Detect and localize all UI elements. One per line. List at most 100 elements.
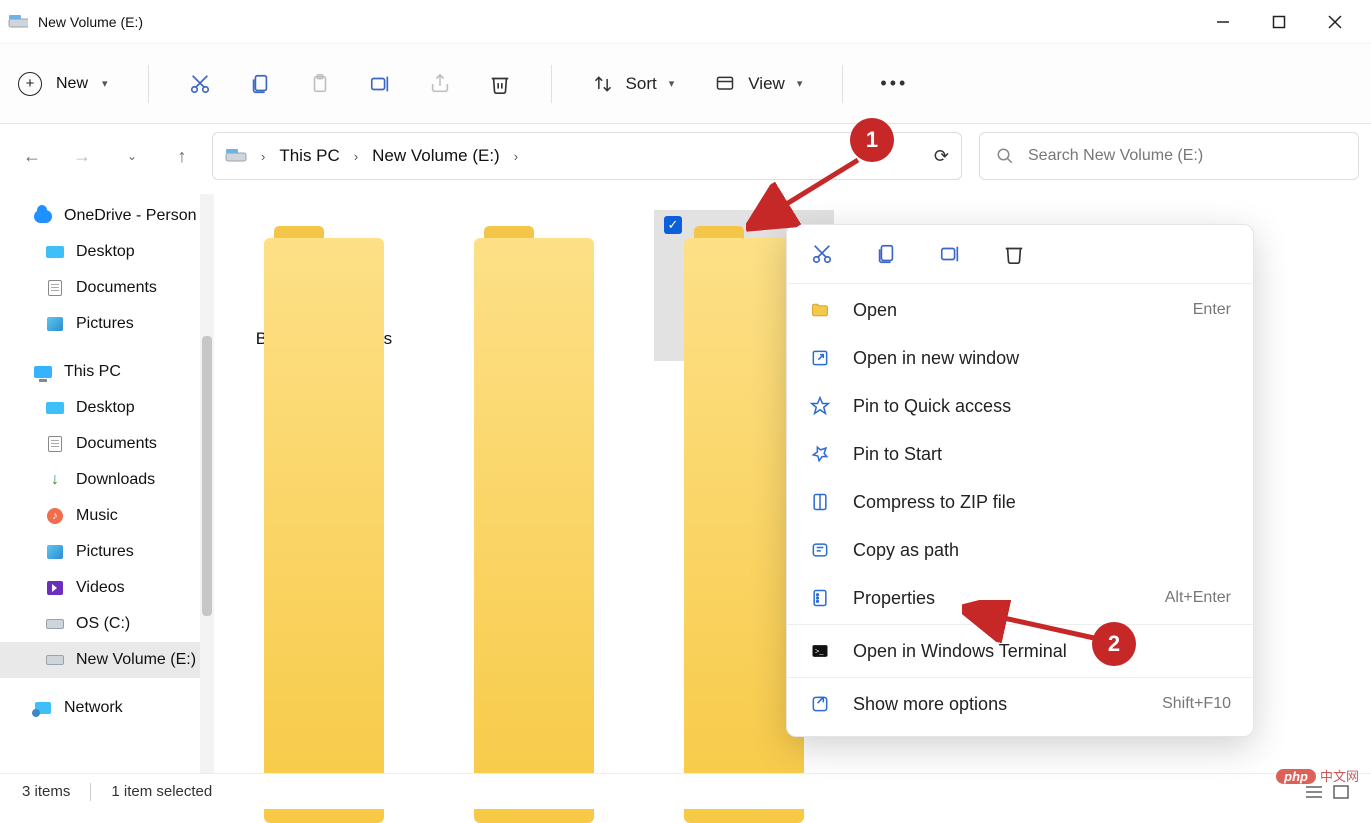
sidebar-item-label: Documents: [76, 279, 157, 297]
scroll-thumb[interactable]: [202, 336, 212, 616]
separator: [90, 783, 91, 801]
share-icon[interactable]: [429, 73, 451, 95]
drive-icon: [46, 651, 64, 669]
separator: [787, 677, 1253, 678]
sidebar-item-music[interactable]: ♪ Music: [0, 498, 214, 534]
sidebar-item-network[interactable]: Network: [0, 690, 214, 726]
chevron-down-icon: ▾: [669, 77, 675, 90]
chevron-right-icon[interactable]: ›: [261, 149, 265, 164]
navigation-pane[interactable]: OneDrive - Person Desktop Documents Pict…: [0, 188, 214, 773]
sidebar-item-label: New Volume (E:): [76, 651, 196, 669]
recent-locations-button[interactable]: ⌄: [112, 136, 152, 176]
sidebar-item-pictures[interactable]: Pictures: [0, 306, 214, 342]
sidebar-item-label: This PC: [64, 363, 121, 381]
status-bar: 3 items 1 item selected: [0, 773, 1371, 809]
music-icon: ♪: [46, 507, 64, 525]
drive-icon: [46, 615, 64, 633]
ctx-open[interactable]: OpenEnter: [787, 286, 1253, 334]
up-button[interactable]: ↑: [162, 136, 202, 176]
rename-icon[interactable]: [937, 241, 963, 267]
sidebar-item-videos[interactable]: Videos: [0, 570, 214, 606]
path-icon: [809, 539, 831, 561]
watermark-text: 中文网: [1320, 769, 1359, 784]
annotation-bubble-2: 2: [1092, 622, 1136, 666]
sidebar-item-new-volume-e[interactable]: New Volume (E:): [0, 642, 214, 678]
title-bar: New Volume (E:): [0, 0, 1371, 44]
cut-icon[interactable]: [809, 241, 835, 267]
ctx-pin-start[interactable]: Pin to Start: [787, 430, 1253, 478]
chevron-down-icon: ▾: [797, 77, 803, 90]
ctx-show-more[interactable]: Show more optionsShift+F10: [787, 680, 1253, 728]
status-selection: 1 item selected: [111, 783, 212, 800]
ctx-copy-as-path[interactable]: Copy as path: [787, 526, 1253, 574]
sidebar-item-documents[interactable]: Documents: [0, 426, 214, 462]
back-button[interactable]: ←: [12, 136, 52, 176]
close-button[interactable]: [1307, 0, 1363, 44]
ctx-open-new-window[interactable]: Open in new window: [787, 334, 1253, 382]
status-count: 3 items: [22, 783, 70, 800]
monitor-icon: [34, 363, 52, 381]
drive-icon: [8, 15, 28, 29]
rename-icon[interactable]: [369, 73, 391, 95]
sidebar-item-label: Pictures: [76, 543, 134, 561]
paste-icon[interactable]: [309, 73, 331, 95]
sidebar-item-downloads[interactable]: ↓Downloads: [0, 462, 214, 498]
forward-button[interactable]: →: [62, 136, 102, 176]
ctx-pin-quick-access[interactable]: Pin to Quick access: [787, 382, 1253, 430]
sidebar-item-onedrive[interactable]: OneDrive - Person: [0, 198, 214, 234]
separator: [842, 65, 843, 103]
view-button[interactable]: View ▾: [714, 73, 802, 95]
sidebar-item-label: Downloads: [76, 471, 155, 489]
zip-icon: [809, 491, 831, 513]
external-icon: [809, 347, 831, 369]
pin-icon: [809, 443, 831, 465]
minimize-button[interactable]: [1195, 0, 1251, 44]
annotation-arrow-2: [962, 600, 1102, 650]
watermark-brand: php: [1276, 769, 1316, 784]
search-box[interactable]: Search New Volume (E:): [979, 132, 1359, 180]
cut-icon[interactable]: [189, 73, 211, 95]
ctx-label: Pin to Quick access: [853, 396, 1011, 417]
separator: [148, 65, 149, 103]
sidebar-item-desktop[interactable]: Desktop: [0, 390, 214, 426]
annotation-bubble-1: 1: [850, 118, 894, 162]
sort-button[interactable]: Sort ▾: [592, 73, 675, 95]
sidebar-item-os-c[interactable]: OS (C:): [0, 606, 214, 642]
view-label: View: [748, 74, 785, 94]
delete-icon[interactable]: [1001, 241, 1027, 267]
details-view-icon[interactable]: [1305, 785, 1323, 799]
breadcrumb-current[interactable]: New Volume (E:): [372, 146, 500, 166]
cloud-icon: [34, 207, 52, 225]
refresh-button[interactable]: ⟳: [934, 146, 949, 167]
folder-item[interactable]: Google Photos: [444, 210, 624, 361]
chevron-right-icon[interactable]: ›: [514, 149, 518, 164]
copy-icon[interactable]: [873, 241, 899, 267]
ctx-label: Open in new window: [853, 348, 1019, 369]
ctx-label: Show more options: [853, 694, 1007, 715]
sidebar-item-label: Pictures: [76, 315, 134, 333]
sidebar-item-desktop[interactable]: Desktop: [0, 234, 214, 270]
folder-icon: [474, 226, 594, 322]
thumbnails-view-icon[interactable]: [1333, 785, 1349, 799]
breadcrumb-root[interactable]: This PC: [279, 146, 339, 166]
maximize-button[interactable]: [1251, 0, 1307, 44]
ctx-label: Open: [853, 300, 897, 321]
sidebar-item-label: Music: [76, 507, 118, 525]
folder-icon: [264, 226, 384, 322]
copy-icon[interactable]: [249, 73, 271, 95]
ctx-compress-zip[interactable]: Compress to ZIP file: [787, 478, 1253, 526]
more-icon[interactable]: •••: [883, 73, 905, 95]
ctx-label: Copy as path: [853, 540, 959, 561]
ctx-label: Compress to ZIP file: [853, 492, 1016, 513]
chevron-right-icon[interactable]: ›: [354, 149, 358, 164]
delete-icon[interactable]: [489, 73, 511, 95]
document-icon: [46, 279, 64, 297]
folder-item[interactable]: Backup for iTunes: [234, 210, 414, 361]
sidebar-item-this-pc[interactable]: This PC: [0, 354, 214, 390]
new-button[interactable]: + New ▾: [18, 72, 108, 96]
window-title: New Volume (E:): [38, 14, 143, 30]
sidebar-item-documents[interactable]: Documents: [0, 270, 214, 306]
command-bar: + New ▾ Sort ▾ View ▾ •••: [0, 44, 1371, 124]
desktop-icon: [46, 243, 64, 261]
sidebar-item-pictures[interactable]: Pictures: [0, 534, 214, 570]
